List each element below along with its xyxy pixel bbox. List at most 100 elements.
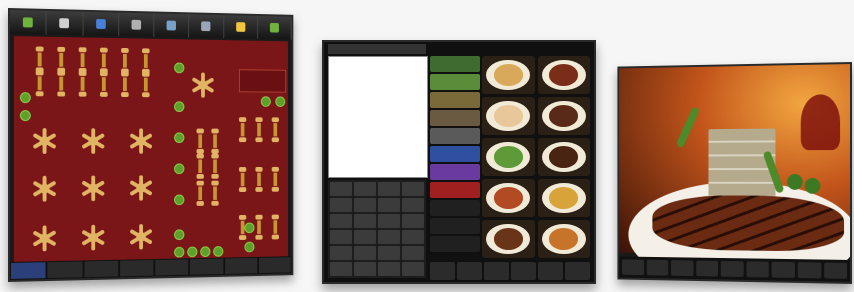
rect-table[interactable] — [271, 117, 279, 143]
up-arrow-button[interactable] — [430, 262, 455, 280]
home-button[interactable] — [9, 10, 47, 35]
keypad-key[interactable] — [378, 262, 400, 276]
rect-table[interactable] — [121, 47, 129, 74]
check-button[interactable] — [257, 15, 292, 40]
seat-status-dot[interactable] — [200, 246, 211, 258]
menu-category-button[interactable] — [430, 200, 480, 216]
rect-table[interactable] — [57, 46, 66, 73]
menu-item-pizza[interactable] — [537, 220, 590, 258]
menu-category-button[interactable] — [430, 218, 480, 234]
seat-status-dot[interactable] — [19, 92, 31, 104]
info-button[interactable] — [484, 262, 509, 280]
seat-status-dot[interactable] — [174, 101, 185, 113]
menu-item-spaghetti[interactable] — [482, 179, 535, 217]
rect-table[interactable] — [211, 153, 219, 179]
star-button[interactable] — [457, 262, 482, 280]
keypad-key[interactable] — [330, 262, 352, 276]
display-toolbar-button[interactable] — [721, 260, 744, 277]
dining-floor[interactable] — [13, 36, 288, 264]
round-table[interactable] — [191, 72, 215, 98]
rect-table[interactable] — [121, 71, 129, 98]
menu-category-button[interactable] — [430, 110, 480, 126]
print-button[interactable] — [189, 14, 224, 39]
display-toolbar-button[interactable] — [646, 259, 669, 276]
rect-table[interactable] — [196, 128, 204, 154]
menu-category-button[interactable] — [430, 236, 480, 252]
floor-tab[interactable] — [47, 261, 83, 279]
seat-status-dot[interactable] — [174, 163, 185, 175]
display-toolbar-button[interactable] — [671, 260, 694, 277]
chart-button[interactable] — [46, 10, 84, 36]
seat-status-dot[interactable] — [244, 241, 255, 253]
keypad-key[interactable] — [402, 214, 424, 228]
keypad-key[interactable] — [378, 198, 400, 212]
floor-tab[interactable] — [224, 257, 257, 274]
close-button[interactable] — [565, 262, 590, 280]
menu-item-fish[interactable] — [482, 97, 535, 135]
rect-table[interactable] — [196, 153, 204, 179]
settings-button[interactable] — [154, 13, 190, 38]
round-table[interactable] — [81, 224, 106, 251]
keypad-key[interactable] — [354, 182, 376, 196]
seat-status-dot[interactable] — [174, 246, 185, 258]
keypad-key[interactable] — [330, 214, 352, 228]
menu-category-button[interactable] — [430, 74, 480, 90]
bar-area[interactable] — [238, 69, 287, 93]
floor-tab[interactable] — [155, 259, 189, 276]
rect-table[interactable] — [271, 214, 279, 240]
display-toolbar-button[interactable] — [695, 260, 719, 277]
rect-table[interactable] — [142, 48, 150, 74]
round-table[interactable] — [129, 175, 154, 201]
order-ticket-list[interactable] — [328, 56, 428, 178]
keypad-key[interactable] — [402, 198, 424, 212]
seat-status-dot[interactable] — [174, 194, 185, 206]
rect-table[interactable] — [211, 128, 219, 154]
keypad-key[interactable] — [354, 198, 376, 212]
menu-item-steak[interactable] — [537, 138, 590, 176]
round-table[interactable] — [81, 175, 106, 202]
rect-table[interactable] — [238, 117, 247, 143]
seat-status-dot[interactable] — [174, 229, 185, 241]
list-button[interactable] — [118, 12, 155, 37]
keypad-key[interactable] — [330, 230, 352, 244]
keypad-key[interactable] — [354, 246, 376, 260]
seat-status-dot[interactable] — [244, 222, 255, 234]
floor-tab[interactable] — [10, 262, 46, 279]
rect-table[interactable] — [238, 167, 247, 193]
rect-table[interactable] — [78, 47, 87, 74]
rect-table[interactable] — [142, 71, 150, 98]
keypad-key[interactable] — [330, 198, 352, 212]
display-toolbar-button[interactable] — [746, 261, 770, 278]
menu-category-button[interactable] — [430, 128, 480, 144]
round-table[interactable] — [32, 225, 58, 252]
keypad-key[interactable] — [378, 182, 400, 196]
round-table[interactable] — [32, 175, 58, 202]
menu-category-button[interactable] — [430, 164, 480, 180]
monitor-button[interactable] — [83, 11, 119, 37]
keypad-key[interactable] — [402, 246, 424, 260]
round-table[interactable] — [129, 128, 154, 154]
display-toolbar-button[interactable] — [823, 262, 848, 279]
rect-table[interactable] — [271, 166, 279, 192]
rect-table[interactable] — [35, 70, 44, 97]
rect-table[interactable] — [99, 71, 108, 97]
keypad-key[interactable] — [402, 182, 424, 196]
rect-table[interactable] — [255, 214, 263, 240]
keypad-key[interactable] — [378, 230, 400, 244]
seat-status-dot[interactable] — [213, 246, 224, 257]
floor-tab[interactable] — [190, 258, 223, 275]
rect-table[interactable] — [78, 70, 87, 97]
menu-item-ribs[interactable] — [537, 56, 590, 94]
bulb-button[interactable] — [223, 15, 258, 39]
keypad-key[interactable] — [378, 246, 400, 260]
seat-status-dot[interactable] — [19, 110, 31, 122]
floor-tab[interactable] — [258, 257, 291, 274]
down-arrow-button[interactable] — [538, 262, 563, 280]
seat-status-dot[interactable] — [260, 96, 271, 107]
keypad-key[interactable] — [354, 262, 376, 276]
rect-table[interactable] — [35, 46, 44, 73]
round-table[interactable] — [129, 224, 154, 250]
keypad-key[interactable] — [330, 246, 352, 260]
floor-tab[interactable] — [119, 259, 154, 277]
menu-category-button[interactable] — [430, 92, 480, 108]
